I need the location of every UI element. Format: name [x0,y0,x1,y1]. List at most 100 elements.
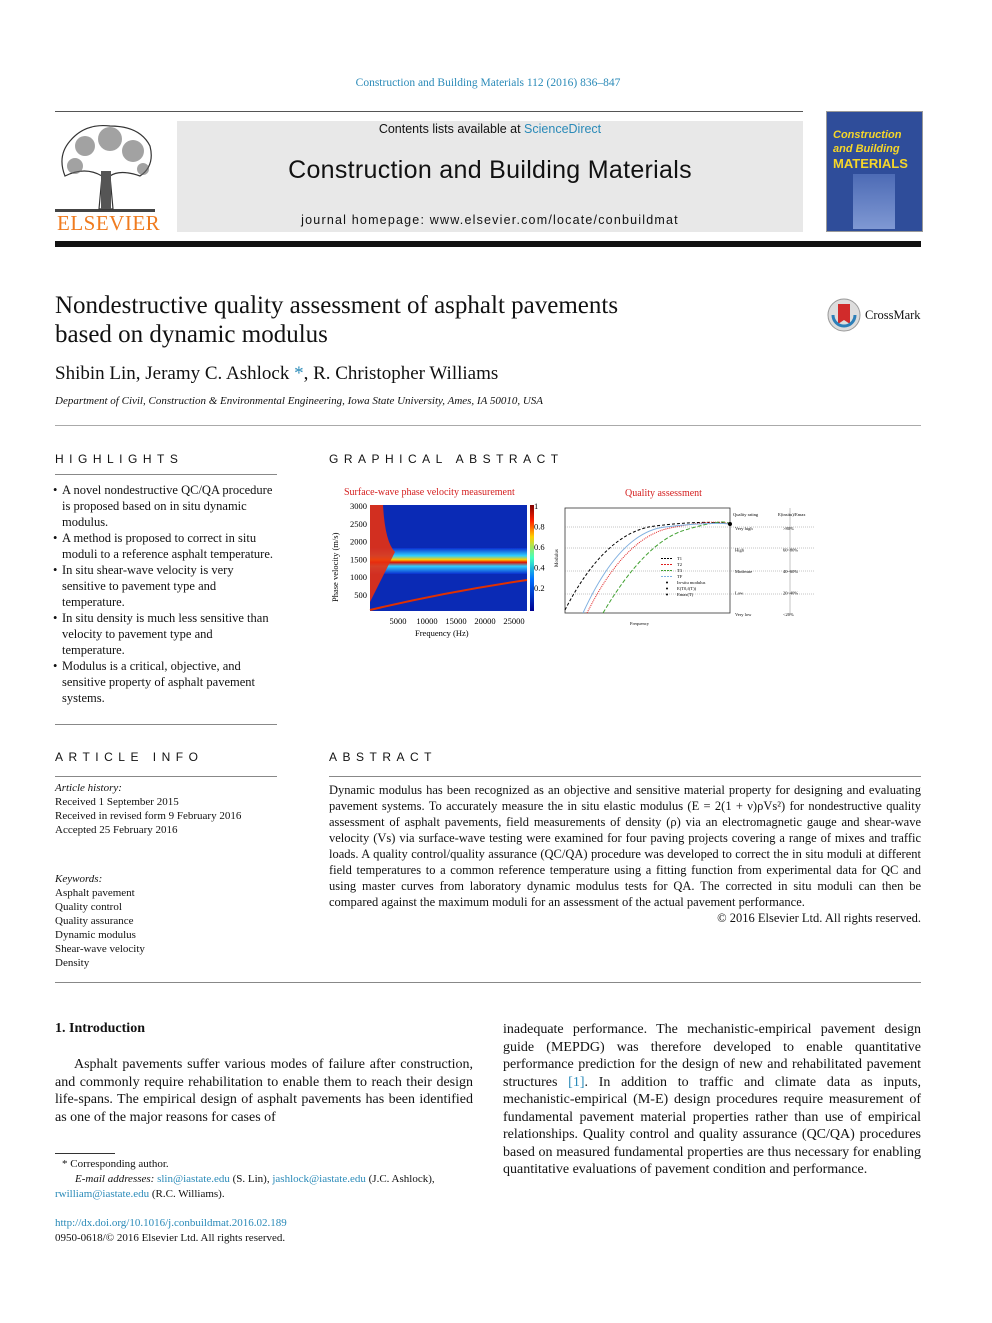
abstract-copyright: © 2016 Elsevier Ltd. All rights reserved… [717,911,921,925]
journal-homepage[interactable]: journal homepage: www.elsevier.com/locat… [177,213,803,227]
author-list: Shibin Lin, Jeramy C. Ashlock *, R. Chri… [55,363,499,384]
contents-line: Contents lists available at ScienceDirec… [177,122,803,136]
history-received: Received 1 September 2015 [55,796,179,808]
contents-prefix: Contents lists available at [378,122,525,136]
quality-rating-label: Moderate [735,569,752,574]
article-page: { "header": { "citation": "Construction … [0,0,992,1323]
highlights-list: A novel nondestructive QC/QA procedure i… [53,482,277,706]
legend-marker [666,581,668,584]
highlight-item: A novel nondestructive QC/QA procedure i… [53,482,277,530]
corresponding-author-mark[interactable]: * [294,363,304,384]
email-addresses: E-mail addresses: slin@iastate.edu (S. L… [55,1173,435,1200]
keyword: Asphalt pavement [55,887,135,899]
doi-link[interactable]: http://dx.doi.org/10.1016/j.conbuildmat.… [55,1216,287,1231]
left-xtick: 10000 [416,616,437,626]
legend-entry: T1 [677,556,682,561]
corresponding-author-note: * Corresponding author. [62,1158,169,1170]
quality-rating-range: 40~60% [783,569,798,574]
quality-rating-label: High [735,548,745,553]
abstract-bottom-rule [55,982,921,983]
legend-entry: TF [677,574,683,579]
left-ylabel: Phase velocity (m/s) [330,532,340,602]
elsevier-logo[interactable]: ELSEVIER [55,121,160,235]
keyword: Density [55,957,90,969]
cover-materials: MATERIALS [833,156,908,171]
article-history: Article history: Received 1 September 20… [55,781,277,837]
keywords-label: Keywords: [55,873,103,885]
reference-1-link[interactable]: [1] [568,1075,584,1090]
curve-tf [582,522,731,614]
article-info-heading: ARTICLE INFO [55,750,204,764]
crossmark-label: CrossMark [865,307,921,322]
left-ytick: 3000 [350,501,367,511]
left-ytick: 1500 [350,554,367,564]
abstract-rule [329,776,921,777]
left-ytick: 500 [354,590,367,600]
quality-rating-label: Low [735,591,744,596]
keyword: Quality control [55,901,122,913]
quality-rating-range: <20% [783,612,794,617]
affiliation: Department of Civil, Construction & Envi… [55,395,544,407]
history-revised: Received in revised form 9 February 2016 [55,810,242,822]
quality-rating-label: Very high [735,526,753,531]
email-link-ashlock[interactable]: jashlock@iastate.edu [272,1173,366,1185]
highlight-item: Modulus is a critical, objective, and se… [53,658,277,706]
journal-citation[interactable]: Construction and Building Materials 112 … [0,77,976,89]
legend-entry: T2 [677,562,682,567]
issn-copyright: 0950-0618/© 2016 Elsevier Ltd. All right… [55,1232,286,1244]
left-xtick: 5000 [390,616,407,626]
highlight-item: A method is proposed to correct in situ … [53,530,277,562]
left-xtick: 25000 [503,616,524,626]
left-xlabel: Frequency (Hz) [415,628,469,638]
colorbar-tick: 0.8 [534,522,545,532]
colorbar-tick: 0.2 [534,583,545,593]
title-rule [55,425,921,426]
legend-entry: Emax(T) [677,592,694,597]
cover-title: Construction and Building [833,129,902,155]
email-label: E-mail addresses: [75,1173,155,1185]
article-title: Nondestructive quality assessment of asp… [55,292,619,348]
keyword: Shear-wave velocity [55,943,145,955]
dispersion-heatmap [369,505,528,611]
table-header-ratio: E(insitu)/Emax [778,512,806,517]
keyword: Dynamic modulus [55,929,136,941]
highlights-bottom-rule [55,724,277,725]
abstract-text: Dynamic modulus has been recognized as a… [329,783,921,909]
history-label: Article history: [55,782,122,794]
legend-marker [666,587,668,590]
curve-t1 [564,521,731,611]
crossmark-button[interactable]: CrossMark [827,298,921,332]
crossmark-icon [827,298,861,332]
abstract-heading: ABSTRACT [329,750,438,764]
footnote-rule [55,1153,115,1154]
sciencedirect-link[interactable]: ScienceDirect [524,122,601,136]
left-xtick: 15000 [445,616,466,626]
left-xtick: 20000 [474,616,495,626]
keywords: Keywords: Asphalt pavement Quality contr… [55,872,277,970]
highlight-item: In situ shear-wave velocity is very sens… [53,562,277,610]
left-ytick: 1000 [350,572,367,582]
right-ylabel: Modulus [555,549,560,567]
colorbar-tick: 0.6 [534,542,545,552]
colorbar-tick: 1 [534,501,538,511]
introduction-heading: 1. Introduction [55,1021,145,1036]
introduction-para2: inadequate performance. The mechanistic-… [503,1022,921,1177]
quality-rating-range: >80% [783,526,794,531]
highlight-item: In situ density is much less sensitive t… [53,610,277,658]
journal-title: Construction and Building Materials [288,156,692,184]
header-thick-rule [55,241,921,247]
right-panel-title: Quality assessment [625,488,702,499]
quality-rating-label: Very low [735,612,752,617]
email-link-lin[interactable]: slin@iastate.edu [157,1173,230,1185]
article-info-rule [55,776,277,777]
highlights-heading: HIGHLIGHTS [55,452,184,466]
cover-graphic [853,174,895,229]
left-ytick: 2000 [350,537,367,547]
email-link-williams[interactable]: rwilliam@iastate.edu [55,1188,149,1200]
quality-rating-range: 60~80% [783,548,798,553]
colorbar-tick: 0.4 [534,563,545,573]
journal-cover[interactable]: Construction and Building MATERIALS [826,111,923,232]
graphical-abstract-figure: Surface-wave phase velocity measurement … [325,482,825,642]
keyword: Quality assurance [55,915,134,927]
curve-t3 [602,521,731,614]
